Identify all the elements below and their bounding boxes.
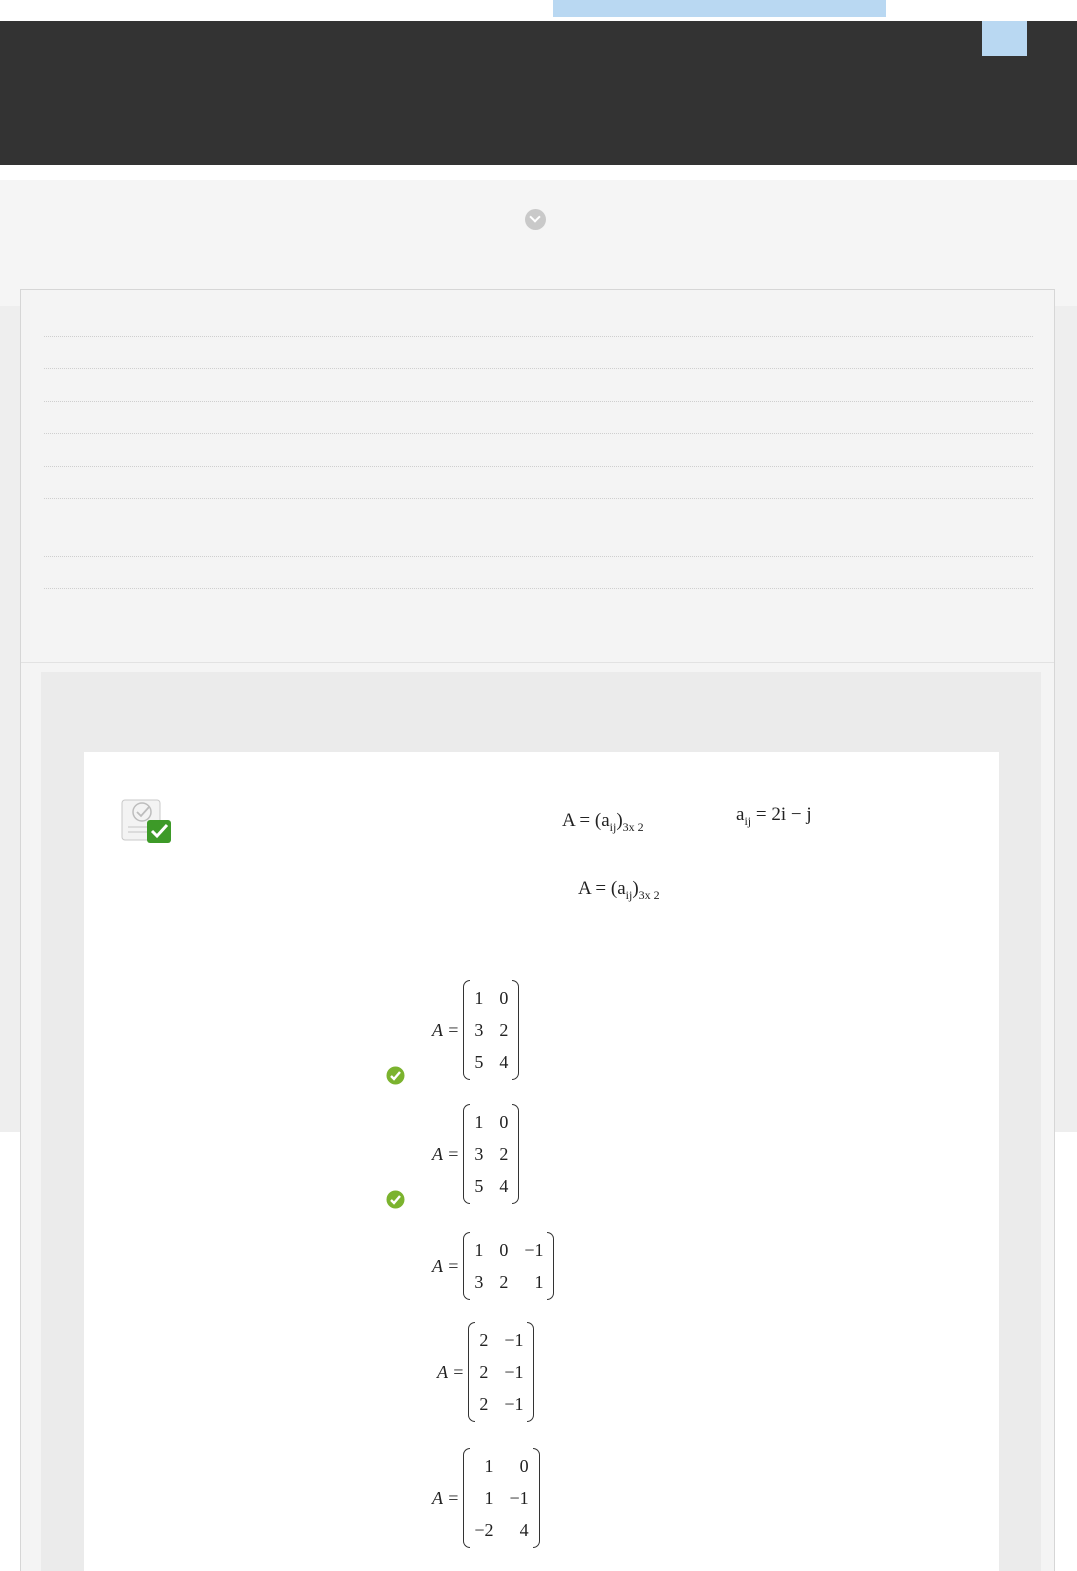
option-label: A =: [432, 1487, 460, 1508]
option-label: A =: [432, 1019, 460, 1040]
matrix-cell: 2: [499, 1272, 509, 1292]
matrix-cell: 1: [534, 1272, 544, 1292]
element-rule: aij = 2i − j: [736, 804, 812, 828]
info-row-divider: [44, 401, 1033, 402]
info-row-divider: [44, 498, 1033, 499]
matrix-definition: A = (aij)3x 2: [562, 810, 644, 834]
info-row-divider: [44, 588, 1033, 589]
option-label: A =: [432, 1255, 460, 1276]
matrix-cell: 1: [484, 1456, 494, 1476]
matrix-cell: −2: [474, 1520, 494, 1540]
correct-check-icon: [386, 1066, 405, 1085]
matrix: 103254: [463, 1104, 520, 1204]
matrix-cell: 3: [474, 1020, 484, 1040]
info-row-divider: [44, 466, 1033, 467]
site-header: [0, 21, 1077, 165]
answer-option[interactable]: A = 1 0 3 2 5 4: [432, 1104, 520, 1204]
info-row-divider: [44, 433, 1033, 434]
answer-option[interactable]: A = 1 0 1 −1 −2 4: [432, 1448, 540, 1548]
matrix-cell: 4: [499, 1176, 509, 1196]
matrix-cell: 2: [479, 1362, 489, 1382]
question-card: [84, 752, 999, 1571]
matrix: 1 0 −1 3 2 1: [463, 1232, 555, 1300]
header-menu-button[interactable]: [982, 21, 1027, 56]
matrix-cell: 1: [484, 1488, 494, 1508]
matrix-cell: −1: [504, 1330, 524, 1350]
matrix-cell: 1: [474, 988, 484, 1008]
matrix-cell: −1: [524, 1240, 544, 1260]
info-row-divider: [44, 368, 1033, 369]
sub-navigation-bar: [0, 180, 1077, 306]
matrix-cell: 0: [499, 1112, 509, 1132]
matrix-cell: 0: [499, 988, 509, 1008]
matrix-cell: 0: [519, 1456, 529, 1476]
matrix-question: A = (aij)3x 2: [578, 878, 660, 902]
matrix-cell: 2: [499, 1020, 509, 1040]
matrix: 103254: [463, 980, 520, 1080]
matrix-cell: 4: [519, 1520, 529, 1540]
info-row-divider: [44, 336, 1033, 337]
matrix-cell: 4: [499, 1052, 509, 1072]
info-row-divider: [44, 556, 1033, 557]
matrix-cell: 0: [499, 1240, 509, 1260]
answer-option[interactable]: A = 2 −1 2 −1 2 −1: [437, 1322, 535, 1422]
matrix-cell: 2: [479, 1394, 489, 1414]
option-label: A =: [437, 1361, 465, 1382]
top-highlight-bar: [553, 0, 886, 17]
matrix-cell: 5: [474, 1176, 484, 1196]
option-label: A =: [432, 1143, 460, 1164]
matrix: 1 0 1 −1 −2 4: [463, 1448, 540, 1548]
panel-separator: [21, 662, 1054, 663]
matrix-cell: 2: [499, 1144, 509, 1164]
matrix-cell: −1: [504, 1394, 524, 1414]
matrix-cell: 3: [474, 1144, 484, 1164]
matrix-cell: 2: [479, 1330, 489, 1350]
answer-option[interactable]: A = 1 0 −1 3 2 1: [432, 1232, 555, 1300]
quiz-check-icon: [121, 799, 171, 843]
correct-check-icon: [386, 1190, 405, 1209]
chevron-down-icon[interactable]: [525, 209, 546, 230]
matrix-cell: −1: [509, 1488, 529, 1508]
matrix-cell: 1: [474, 1240, 484, 1260]
matrix-cell: 3: [474, 1272, 484, 1292]
answer-option[interactable]: A = 1 0 3 2 5 4: [432, 980, 520, 1080]
matrix: 2 −1 2 −1 2 −1: [468, 1322, 535, 1422]
matrix-cell: 1: [474, 1112, 484, 1132]
matrix-cell: 5: [474, 1052, 484, 1072]
matrix-cell: −1: [504, 1362, 524, 1382]
